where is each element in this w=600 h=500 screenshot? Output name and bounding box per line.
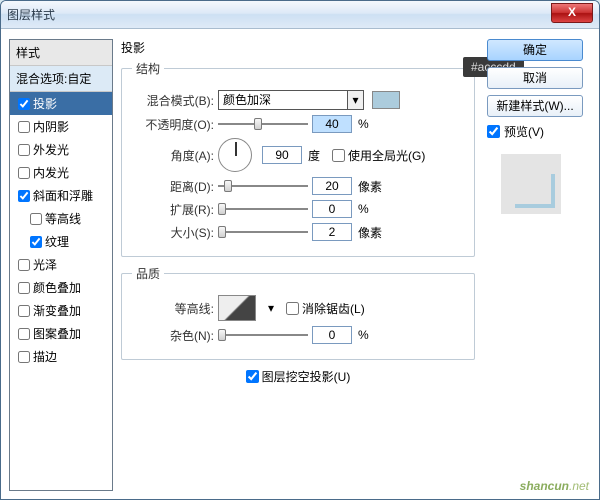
angle-input[interactable]: 90 [262, 146, 302, 164]
spread-unit: % [358, 202, 369, 216]
opacity-unit: % [358, 117, 369, 131]
close-button[interactable]: X [551, 3, 593, 23]
opacity-input[interactable]: 40 [312, 115, 352, 133]
gradient-overlay-check[interactable] [18, 305, 30, 317]
quality-group: 品质 等高线: ▾ 消除锯齿(L) 杂色(N): 0 % [121, 265, 475, 360]
distance-unit: 像素 [358, 178, 382, 195]
drop-shadow-check[interactable] [18, 98, 30, 110]
style-drop-shadow[interactable]: 投影 [10, 92, 112, 115]
size-input[interactable]: 2 [312, 223, 352, 241]
chevron-down-icon[interactable]: ▾ [348, 90, 364, 110]
size-unit: 像素 [358, 224, 382, 241]
watermark: shancun.net [520, 477, 589, 493]
titlebar[interactable]: 图层样式 X [1, 1, 599, 29]
satin-check[interactable] [18, 259, 30, 271]
noise-label: 杂色(N): [132, 327, 214, 344]
blend-mode-select[interactable]: 颜色加深 ▾ [218, 90, 364, 110]
blend-mode-label: 混合模式(B): [132, 92, 214, 109]
noise-slider[interactable] [218, 327, 308, 343]
pattern-overlay-check[interactable] [18, 328, 30, 340]
structure-legend: 结构 [132, 60, 164, 77]
style-color-overlay[interactable]: 颜色叠加 [10, 276, 112, 299]
inner-shadow-check[interactable] [18, 121, 30, 133]
style-inner-glow[interactable]: 内发光 [10, 161, 112, 184]
dialog-window: 图层样式 X 样式 混合选项:自定 投影 内阴影 外发光 内发光 斜面和浮雕 等… [0, 0, 600, 500]
right-panel: 确定 取消 新建样式(W)... 预览(V) [483, 39, 591, 491]
style-inner-shadow[interactable]: 内阴影 [10, 115, 112, 138]
style-pattern-overlay[interactable]: 图案叠加 [10, 322, 112, 345]
angle-dial[interactable] [218, 138, 252, 172]
style-satin[interactable]: 光泽 [10, 253, 112, 276]
noise-input[interactable]: 0 [312, 326, 352, 344]
style-texture[interactable]: 纹理 [10, 230, 112, 253]
contour-picker[interactable] [218, 295, 256, 321]
bevel-check[interactable] [18, 190, 30, 202]
distance-input[interactable]: 20 [312, 177, 352, 195]
style-outer-glow[interactable]: 外发光 [10, 138, 112, 161]
sidebar-subheader[interactable]: 混合选项:自定 [10, 66, 112, 92]
cancel-button[interactable]: 取消 [487, 67, 583, 89]
style-stroke[interactable]: 描边 [10, 345, 112, 368]
stroke-check[interactable] [18, 351, 30, 363]
knockout-check[interactable]: 图层挖空投影(U) [246, 368, 351, 385]
spread-input[interactable]: 0 [312, 200, 352, 218]
ok-button[interactable]: 确定 [487, 39, 583, 61]
spread-slider[interactable] [218, 201, 308, 217]
outer-glow-check[interactable] [18, 144, 30, 156]
texture-check[interactable] [30, 236, 42, 248]
global-light-check[interactable]: 使用全局光(G) [332, 147, 425, 164]
preview-check[interactable]: 预览(V) [487, 123, 587, 140]
contour-check[interactable] [30, 213, 42, 225]
color-overlay-check[interactable] [18, 282, 30, 294]
angle-label: 角度(A): [132, 147, 214, 164]
distance-label: 距离(D): [132, 178, 214, 195]
size-label: 大小(S): [132, 224, 214, 241]
panel-title: 投影 [121, 39, 475, 56]
antialias-check[interactable]: 消除锯齿(L) [286, 300, 365, 317]
dialog-body: 样式 混合选项:自定 投影 内阴影 外发光 内发光 斜面和浮雕 等高线 纹理 光… [1, 29, 599, 499]
style-contour[interactable]: 等高线 [10, 207, 112, 230]
opacity-label: 不透明度(O): [132, 116, 214, 133]
quality-legend: 品质 [132, 265, 164, 282]
angle-unit: 度 [308, 147, 320, 164]
style-bevel[interactable]: 斜面和浮雕 [10, 184, 112, 207]
inner-glow-check[interactable] [18, 167, 30, 179]
contour-label: 等高线: [132, 300, 214, 317]
style-gradient-overlay[interactable]: 渐变叠加 [10, 299, 112, 322]
noise-unit: % [358, 328, 369, 342]
structure-group: 结构 混合模式(B): 颜色加深 ▾ #acccdd 不透明度(O): 40 % [121, 60, 475, 257]
styles-sidebar: 样式 混合选项:自定 投影 内阴影 外发光 内发光 斜面和浮雕 等高线 纹理 光… [9, 39, 113, 491]
color-swatch[interactable] [372, 91, 400, 109]
sidebar-header[interactable]: 样式 [10, 40, 112, 66]
preview-thumbnail [501, 154, 561, 214]
spread-label: 扩展(R): [132, 201, 214, 218]
main-panel: 投影 结构 混合模式(B): 颜色加深 ▾ #acccdd 不透明度(O): 4… [113, 39, 483, 491]
opacity-slider[interactable] [218, 116, 308, 132]
window-title: 图层样式 [7, 6, 55, 23]
distance-slider[interactable] [218, 178, 308, 194]
size-slider[interactable] [218, 224, 308, 240]
new-style-button[interactable]: 新建样式(W)... [487, 95, 583, 117]
chevron-down-icon[interactable]: ▾ [268, 301, 274, 315]
